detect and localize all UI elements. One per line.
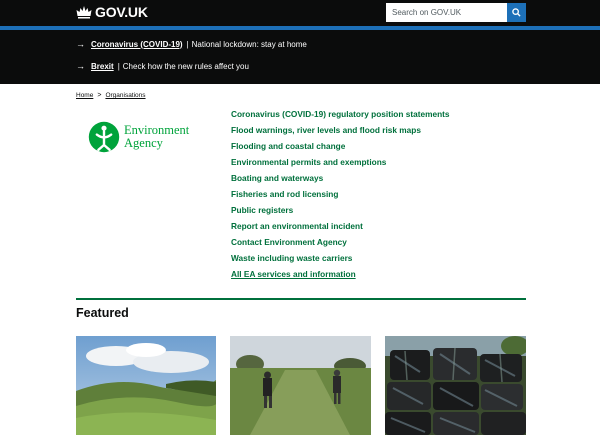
notice-coronavirus: → Coronavirus (COVID-19) | National lock… bbox=[76, 39, 307, 49]
organisation-links: Coronavirus (COVID-19) regulatory positi… bbox=[231, 108, 450, 284]
search-icon bbox=[512, 8, 521, 17]
section-divider bbox=[76, 298, 526, 300]
environment-agency-emblem-icon bbox=[88, 121, 120, 153]
chevron-right-icon: > bbox=[97, 92, 102, 99]
link-flood-warnings[interactable]: Flood warnings, river levels and flood r… bbox=[231, 124, 450, 140]
link-coronavirus-statements[interactable]: Coronavirus (COVID-19) regulatory positi… bbox=[231, 108, 450, 124]
brexit-link[interactable]: Brexit bbox=[91, 62, 114, 71]
link-public-registers[interactable]: Public registers bbox=[231, 204, 450, 220]
global-notices: → Coronavirus (COVID-19) | National lock… bbox=[0, 30, 600, 84]
coronavirus-link[interactable]: Coronavirus (COVID-19) bbox=[91, 40, 183, 49]
logo-text: GOV.UK bbox=[95, 4, 148, 20]
search-input[interactable] bbox=[386, 3, 507, 22]
arrow-right-icon: → bbox=[76, 61, 85, 71]
notice-separator: | bbox=[186, 39, 189, 49]
featured-heading: Featured bbox=[76, 306, 129, 320]
featured-image-walkers[interactable] bbox=[230, 336, 371, 435]
org-name-line2: Agency bbox=[124, 136, 163, 150]
link-flooding-coastal[interactable]: Flooding and coastal change bbox=[231, 140, 450, 156]
breadcrumb-home[interactable]: Home bbox=[76, 92, 93, 99]
link-fisheries[interactable]: Fisheries and rod licensing bbox=[231, 188, 450, 204]
search-form bbox=[386, 3, 526, 22]
arrow-right-icon: → bbox=[76, 39, 85, 49]
notice-text: National lockdown: stay at home bbox=[191, 39, 307, 49]
environment-agency-logo: Environment Agency bbox=[88, 121, 189, 153]
walkers-photo bbox=[230, 336, 371, 435]
link-all-services[interactable]: All EA services and information bbox=[231, 268, 450, 284]
notice-text: Check how the new rules affect you bbox=[122, 61, 249, 71]
link-contact[interactable]: Contact Environment Agency bbox=[231, 236, 450, 252]
waste-bales-photo bbox=[385, 336, 526, 435]
notice-separator: | bbox=[117, 61, 120, 71]
link-report-incident[interactable]: Report an environmental incident bbox=[231, 220, 450, 236]
search-button[interactable] bbox=[507, 3, 526, 22]
breadcrumb-organisations[interactable]: Organisations bbox=[105, 92, 145, 99]
featured-image-countryside[interactable] bbox=[76, 336, 216, 435]
link-environmental-permits[interactable]: Environmental permits and exemptions bbox=[231, 156, 450, 172]
crown-icon bbox=[76, 6, 92, 19]
countryside-photo bbox=[76, 336, 216, 435]
link-waste[interactable]: Waste including waste carriers bbox=[231, 252, 450, 268]
link-boating-waterways[interactable]: Boating and waterways bbox=[231, 172, 450, 188]
govuk-logo-link[interactable]: GOV.UK bbox=[76, 4, 148, 20]
breadcrumb: Home > Organisations bbox=[76, 92, 146, 99]
notice-brexit: → Brexit | Check how the new rules affec… bbox=[76, 61, 249, 71]
featured-image-waste[interactable] bbox=[385, 336, 526, 435]
